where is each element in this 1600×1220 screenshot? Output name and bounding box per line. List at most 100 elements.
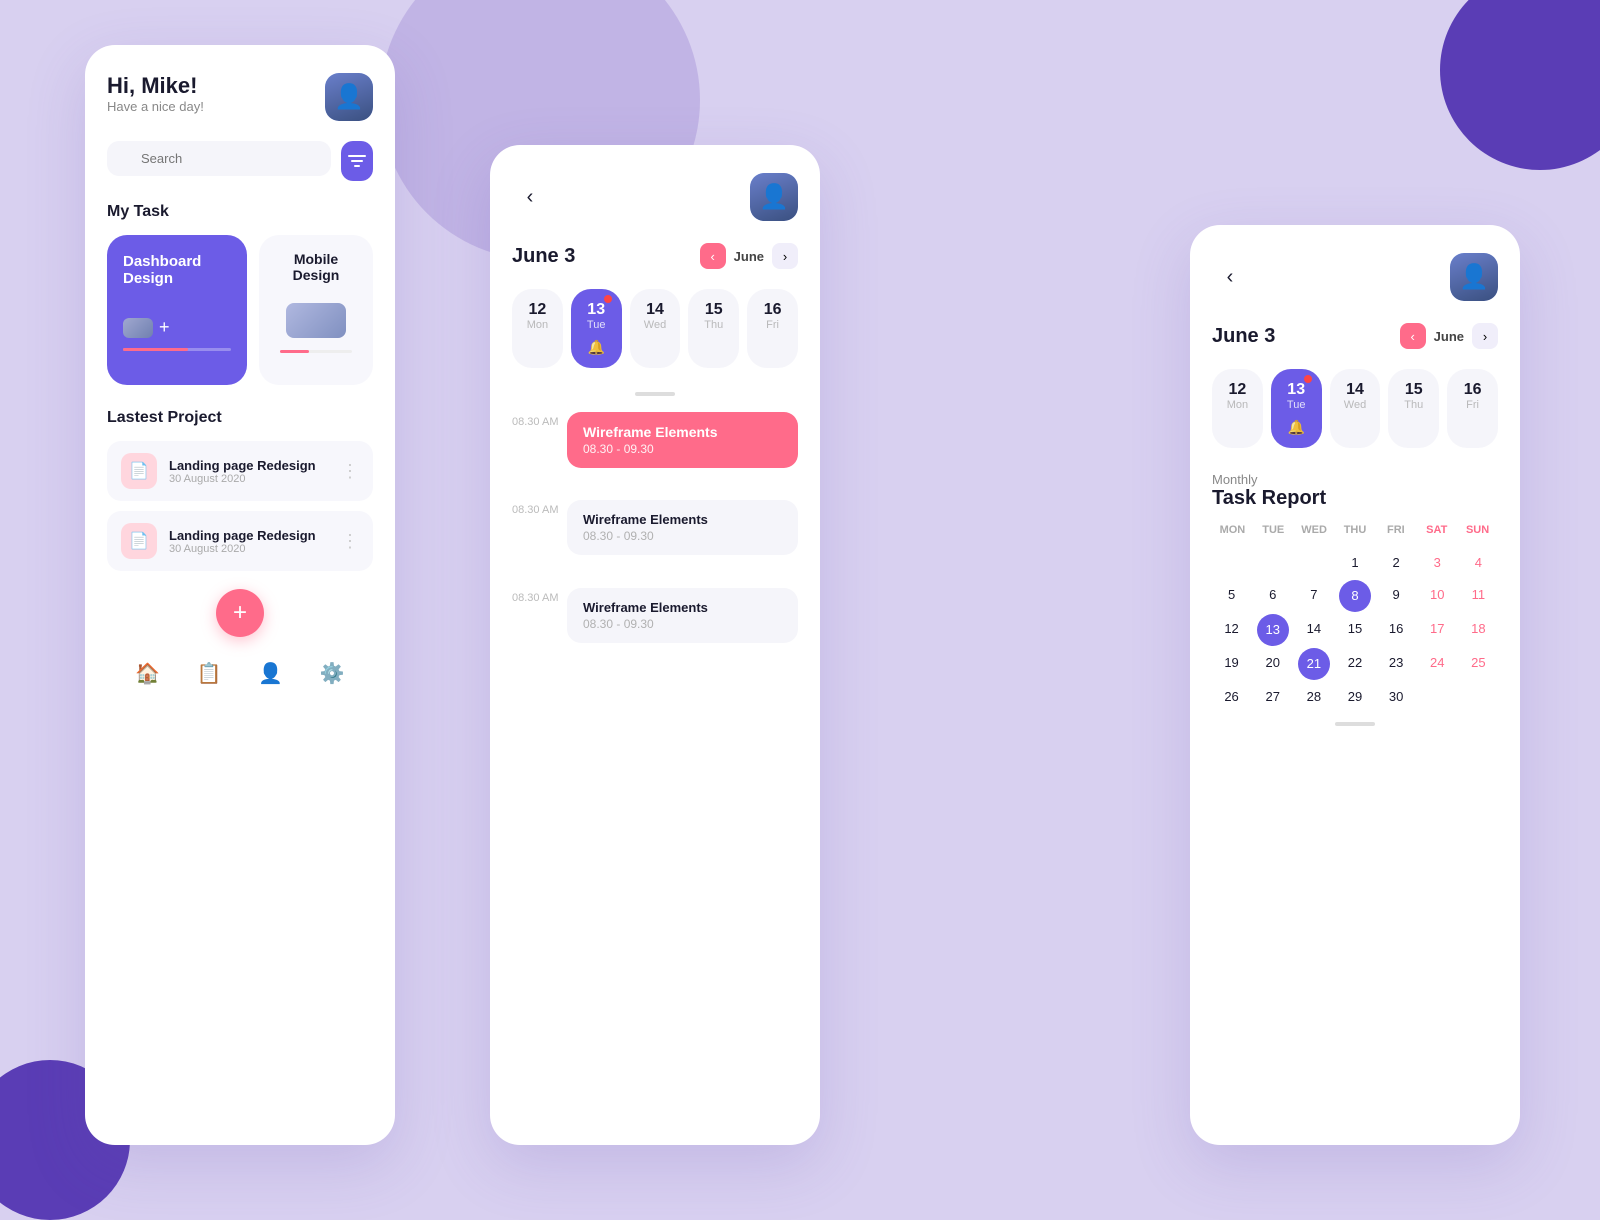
card-task-report: ‹ June 3 ‹ June › 12 Mon 13 Tue 🔔 14 Wed…	[1190, 225, 1520, 1145]
cal-cell-25[interactable]: 25	[1459, 648, 1498, 680]
search-row: 🔍	[107, 141, 373, 181]
month-next-btn[interactable]: ›	[772, 243, 798, 269]
task-mini-img-1	[123, 318, 153, 338]
cal-cell-selected-13[interactable]: 13	[1257, 614, 1289, 646]
day-pill-3-12[interactable]: 12 Mon	[1212, 369, 1263, 448]
project-item-1[interactable]: 📄 Landing page Redesign 30 August 2020 ⋮	[107, 441, 373, 501]
my-task-title: My Task	[107, 203, 373, 221]
bell-icon-3: 🔔	[1287, 419, 1304, 436]
bg-circle-top-right	[1440, 0, 1600, 170]
cal-body: 1234567891011121314151617181920212223242…	[1212, 548, 1498, 712]
day-pill-3-15[interactable]: 15 Thu	[1388, 369, 1439, 448]
cal-cell-17[interactable]: 17	[1418, 614, 1457, 646]
day-pill-16[interactable]: 16 Fri	[747, 289, 798, 368]
card-tasks: Hi, Mike! Have a nice day! 🔍 My Task Das…	[85, 45, 395, 1145]
fab-add-button[interactable]: +	[216, 589, 264, 637]
event-card-1[interactable]: Wireframe Elements 08.30 - 09.30	[567, 412, 798, 468]
cal-cell-7[interactable]: 7	[1294, 580, 1333, 612]
day-pill-3-14[interactable]: 14 Wed	[1330, 369, 1381, 448]
date-nav-row-3: June 3 ‹ June ›	[1212, 323, 1498, 349]
bell-icon: 🔔	[587, 339, 604, 356]
card2-top-row: ‹	[512, 173, 798, 221]
day-pill-15[interactable]: 15 Thu	[688, 289, 739, 368]
cal-cell-20[interactable]: 20	[1253, 648, 1292, 680]
cal-cell-selected-21[interactable]: 21	[1298, 648, 1330, 680]
nav-tasks-icon[interactable]: 📋	[191, 655, 227, 691]
day-strip-3: 12 Mon 13 Tue 🔔 14 Wed 15 Thu 16 Fri	[1212, 369, 1498, 448]
day-pill-12[interactable]: 12 Mon	[512, 289, 563, 368]
cal-cell-28[interactable]: 28	[1294, 682, 1333, 712]
task-card-secondary-title: Mobile Design	[271, 251, 361, 283]
cal-cell-15[interactable]: 15	[1335, 614, 1374, 646]
project-item-2[interactable]: 📄 Landing page Redesign 30 August 2020 ⋮	[107, 511, 373, 571]
task-plus-icon: +	[159, 317, 170, 338]
cal-cell-selected-8[interactable]: 8	[1339, 580, 1371, 612]
event-title-2: Wireframe Elements	[583, 512, 782, 527]
project-menu-1[interactable]: ⋮	[341, 461, 359, 482]
nav-home-icon[interactable]: 🏠	[130, 655, 166, 691]
cal-cell-18[interactable]: 18	[1459, 614, 1498, 646]
cal-cell-12[interactable]: 12	[1212, 614, 1251, 646]
cal-cell-27[interactable]: 27	[1253, 682, 1292, 712]
time-slot-1: 08.30 AM Wireframe Elements 08.30 - 09.3…	[512, 412, 798, 482]
avatar-2[interactable]	[750, 173, 798, 221]
greeting-block: Hi, Mike! Have a nice day!	[107, 73, 204, 114]
cal-cell-4[interactable]: 4	[1459, 548, 1498, 578]
avatar-image	[325, 73, 373, 121]
cal-cell-22[interactable]: 22	[1335, 648, 1374, 680]
cal-cell-14[interactable]: 14	[1294, 614, 1333, 646]
event-card-3[interactable]: Wireframe Elements 08.30 - 09.30	[567, 588, 798, 643]
cal-cell-2[interactable]: 2	[1377, 548, 1416, 578]
task-card-mobile[interactable]: Mobile Design	[259, 235, 373, 385]
filter-button[interactable]	[341, 141, 373, 181]
task-card-dashboard[interactable]: Dashboard Design +	[107, 235, 247, 385]
cal-label-thu: THU	[1335, 520, 1376, 540]
month-next-btn-3[interactable]: ›	[1472, 323, 1498, 349]
cal-cell-19[interactable]: 19	[1212, 648, 1251, 680]
cal-cell-10[interactable]: 10	[1418, 580, 1457, 612]
avatar-3[interactable]	[1450, 253, 1498, 301]
day-strip-2: 12 Mon 13 Tue 🔔 14 Wed 15 Thu 16 Fri	[512, 289, 798, 368]
day-pill-3-13[interactable]: 13 Tue 🔔	[1271, 369, 1322, 448]
day-pill-3-16[interactable]: 16 Fri	[1447, 369, 1498, 448]
month-nav: ‹ June ›	[700, 243, 798, 269]
cal-cell-6[interactable]: 6	[1253, 580, 1292, 612]
back-button[interactable]: ‹	[512, 179, 548, 215]
back-button-3[interactable]: ‹	[1212, 259, 1248, 295]
cal-cell-16[interactable]: 16	[1377, 614, 1416, 646]
cal-cell-23[interactable]: 23	[1377, 648, 1416, 680]
search-input[interactable]	[107, 141, 331, 176]
nav-profile-icon[interactable]: 👤	[253, 655, 289, 691]
card-calendar: ‹ June 3 ‹ June › 12 Mon 13 Tue 🔔 14 Wed…	[490, 145, 820, 1145]
cal-cell-30[interactable]: 30	[1377, 682, 1416, 712]
day-pill-13[interactable]: 13 Tue 🔔	[571, 289, 622, 368]
cal-label-wed: WED	[1294, 520, 1335, 540]
month-prev-btn-3[interactable]: ‹	[1400, 323, 1426, 349]
calendar-grid: MON TUE WED THU FRI SAT SUN 123456789101…	[1212, 520, 1498, 712]
cal-cell-11[interactable]: 11	[1459, 580, 1498, 612]
project-menu-2[interactable]: ⋮	[341, 531, 359, 552]
latest-projects: Lastest Project 📄 Landing page Redesign …	[107, 409, 373, 571]
cal-cell-24[interactable]: 24	[1418, 648, 1457, 680]
nav-settings-icon[interactable]: ⚙️	[314, 655, 350, 691]
day-pill-14[interactable]: 14 Wed	[630, 289, 681, 368]
event-card-2[interactable]: Wireframe Elements 08.30 - 09.30	[567, 500, 798, 555]
cal-cell-5[interactable]: 5	[1212, 580, 1251, 612]
project-name-1: Landing page Redesign	[169, 458, 341, 473]
monthly-title: Monthly Task Report	[1212, 472, 1498, 510]
date-heading-2: June 3	[512, 245, 575, 268]
month-label: June	[730, 249, 768, 264]
time-label-3: 08.30 AM	[512, 588, 567, 604]
project-date-2: 30 August 2020	[169, 543, 341, 555]
cal-cell-9[interactable]: 9	[1377, 580, 1416, 612]
month-nav-3: ‹ June ›	[1400, 323, 1498, 349]
cal-cell-29[interactable]: 29	[1335, 682, 1374, 712]
month-prev-btn[interactable]: ‹	[700, 243, 726, 269]
event-range-1: 08.30 - 09.30	[583, 442, 782, 456]
timeline: 08.30 AM Wireframe Elements 08.30 - 09.3…	[512, 412, 798, 676]
avatar[interactable]	[325, 73, 373, 121]
cal-cell-26[interactable]: 26	[1212, 682, 1251, 712]
cal-cell-3[interactable]: 3	[1418, 548, 1457, 578]
dot-badge	[604, 295, 612, 303]
cal-cell-1[interactable]: 1	[1335, 548, 1374, 578]
